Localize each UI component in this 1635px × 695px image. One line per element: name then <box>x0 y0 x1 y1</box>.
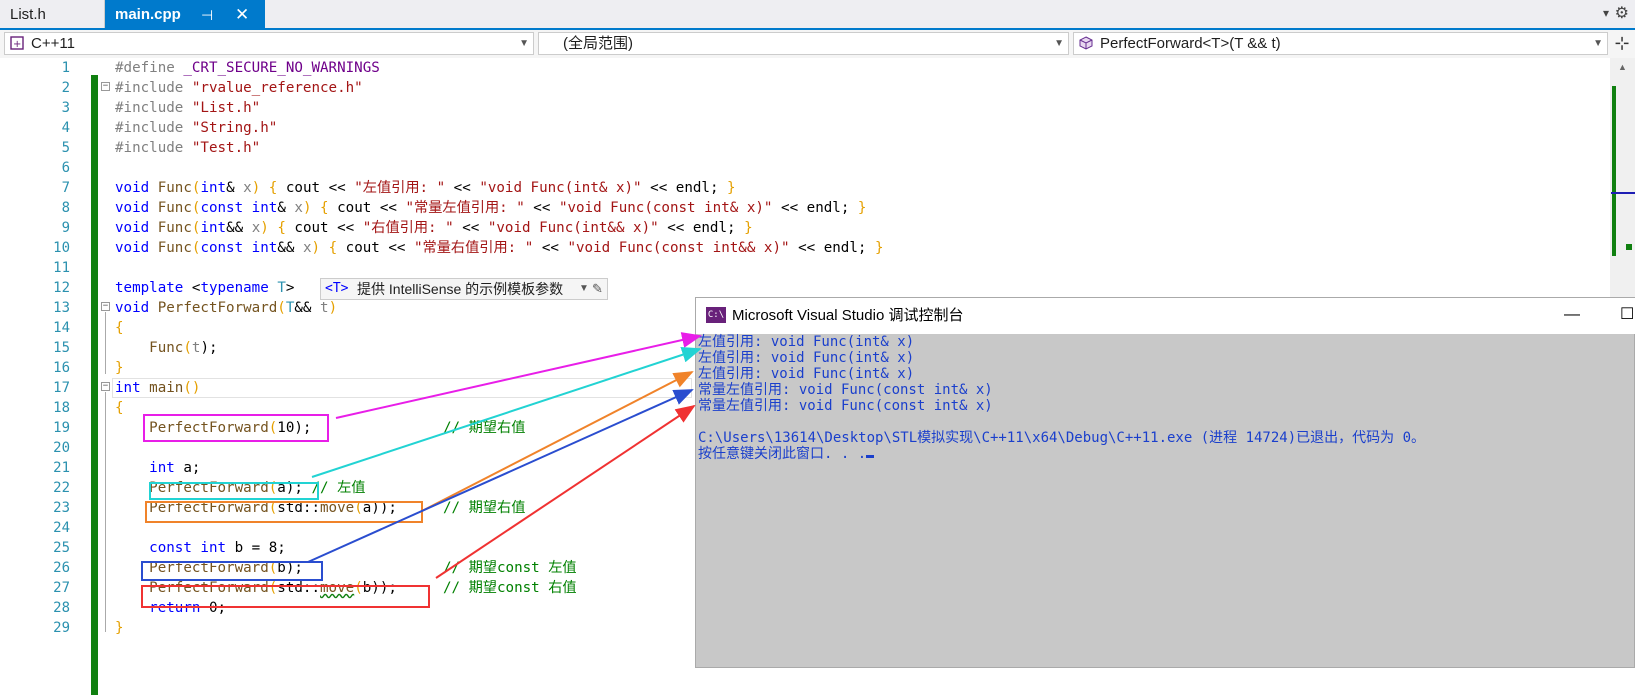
arrow-magenta <box>335 332 702 419</box>
annotation-arrows <box>307 332 702 579</box>
arrow-orange <box>419 371 694 513</box>
arrow-red <box>435 404 696 579</box>
